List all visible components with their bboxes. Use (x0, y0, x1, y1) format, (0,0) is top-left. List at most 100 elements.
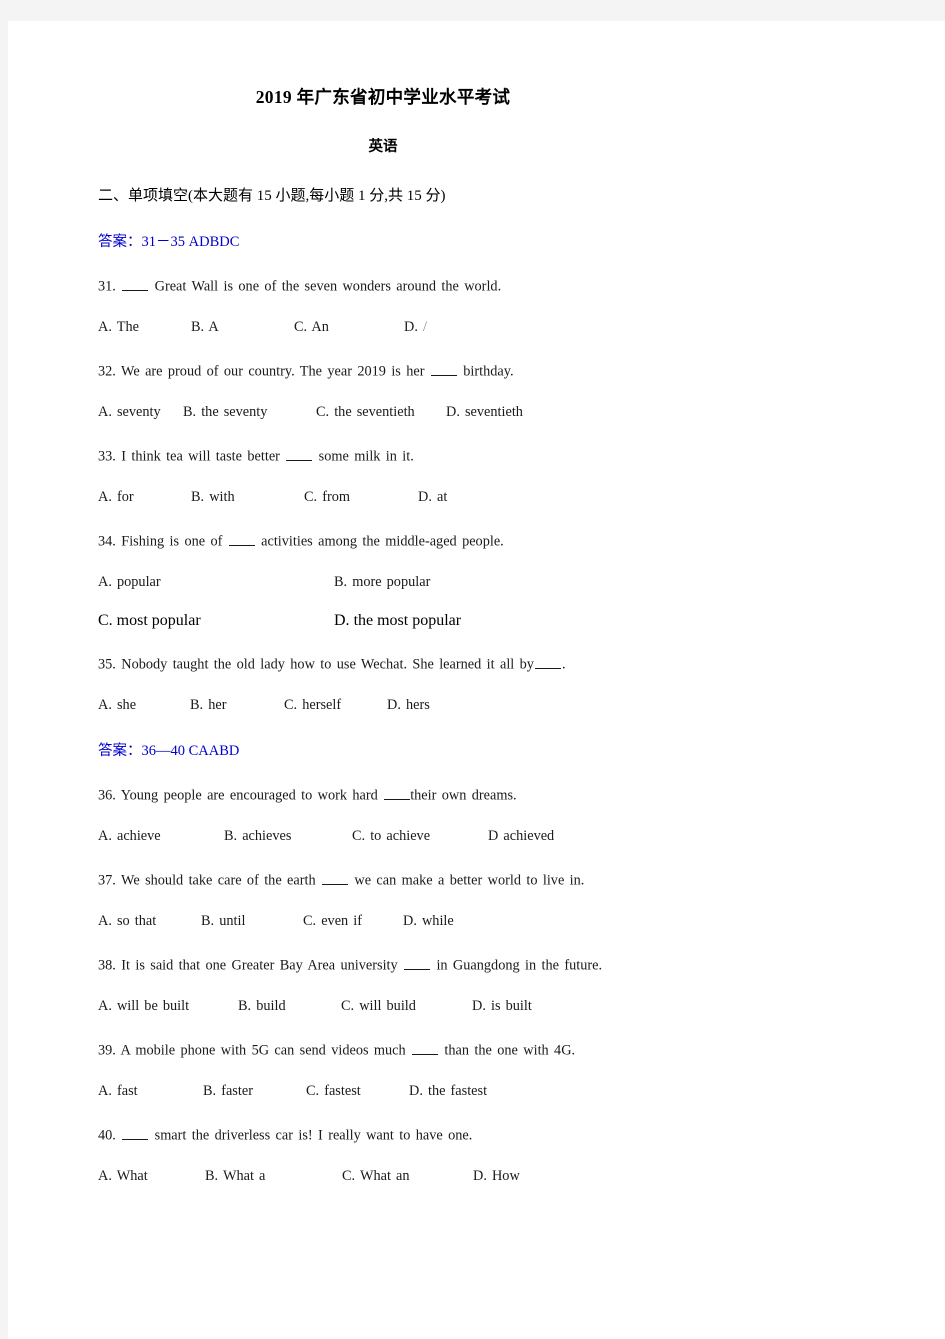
answer-blank-33 (286, 447, 313, 461)
question-number-38: 38. (98, 957, 116, 974)
answer-key-letters-value-2: CAABD (188, 743, 240, 760)
option-key-36-d: D (488, 828, 499, 845)
option-40-d[interactable]: D. How (473, 1168, 520, 1184)
question-text-32: 32. We are proud of our country. The yea… (98, 336, 668, 380)
option-34-d[interactable]: D. the most popular (334, 612, 461, 630)
option-key-32-b: B. (183, 404, 197, 421)
question-body-37b: we can make a better world to live in. (354, 872, 585, 889)
option-35-d[interactable]: D. hers (387, 697, 430, 713)
question-text-36: 36. Young people are encouraged to work … (98, 760, 668, 804)
option-text-32-a: seventy (116, 404, 161, 421)
option-text-34-c: most popular (116, 612, 201, 630)
document-page: 2019 年广东省初中学业水平考试 英语 二、单项填空(本大题有 15 小题,每… (8, 21, 945, 1339)
options-row-32: A. seventy B. the seventy C. the seventi… (98, 380, 668, 421)
option-text-34-d: the most popular (353, 612, 462, 630)
option-text-39-d: the fastest (427, 1083, 488, 1100)
option-33-a[interactable]: A. for (98, 489, 134, 505)
question-body-39b: than the one with 4G. (444, 1042, 576, 1059)
option-38-c[interactable]: C. will build (341, 998, 416, 1014)
option-key-36-a: A. (98, 828, 112, 845)
option-key-36-b: B. (224, 828, 238, 845)
question-body-38b: in Guangdong in the future. (436, 957, 603, 974)
option-key-35-d: D. (387, 697, 401, 714)
option-text-33-c: from (322, 489, 350, 506)
option-37-b[interactable]: B. until (201, 913, 245, 929)
option-37-a[interactable]: A. so that (98, 913, 156, 929)
option-39-c[interactable]: C. fastest (306, 1083, 361, 1099)
option-33-d[interactable]: D. at (418, 489, 447, 505)
option-32-d[interactable]: D. seventieth (446, 404, 523, 420)
option-32-c[interactable]: C. the seventieth (316, 404, 415, 420)
question-text-38: 38. It is said that one Greater Bay Area… (98, 930, 668, 974)
option-31-d[interactable]: D. / (404, 319, 427, 335)
option-38-d[interactable]: D. is built (472, 998, 532, 1014)
option-32-a[interactable]: A. seventy (98, 404, 161, 420)
answer-key-line-1: 答案：31－35 ADBDC (98, 205, 668, 251)
option-39-b[interactable]: B. faster (203, 1083, 253, 1099)
options-row-31: A. The B. A C. An D. / (98, 295, 668, 336)
page-title: 2019 年广东省初中学业水平考试 (255, 87, 511, 107)
option-37-c[interactable]: C. even if (303, 913, 362, 929)
option-37-d[interactable]: D. while (403, 913, 454, 929)
option-34-b[interactable]: B. more popular (334, 574, 430, 590)
option-key-37-a: A. (98, 913, 112, 930)
option-31-a[interactable]: A. The (98, 319, 139, 335)
options-row-39: A. fast B. faster C. fastest D. the fast… (98, 1059, 668, 1100)
options-row-35: A. she B. her C. herself D. hers (98, 673, 668, 714)
option-key-38-d: D. (472, 998, 486, 1015)
option-key-37-b: B. (201, 913, 215, 930)
option-key-40-a: A. (98, 1168, 112, 1185)
option-38-a[interactable]: A. will be built (98, 998, 189, 1014)
option-33-c[interactable]: C. from (304, 489, 350, 505)
option-36-a[interactable]: A. achieve (98, 828, 161, 844)
option-35-a[interactable]: A. she (98, 697, 136, 713)
option-text-38-d: is built (490, 998, 532, 1015)
option-key-37-d: D. (403, 913, 417, 930)
option-36-d[interactable]: D achieved (488, 828, 554, 844)
question-text-40: 40. smart the driverless car is! I reall… (98, 1100, 668, 1144)
option-36-c[interactable]: C. to achieve (352, 828, 430, 844)
option-key-33-a: A. (98, 489, 112, 506)
question-number-33: 33. (98, 448, 116, 465)
option-31-b[interactable]: B. A (191, 319, 219, 335)
question-body-33b: some milk in it. (318, 448, 414, 465)
options-row-34-line1: A. popular B. more popular (98, 550, 668, 591)
option-35-c[interactable]: C. herself (284, 697, 341, 713)
option-key-33-c: C. (304, 489, 318, 506)
option-key-32-d: D. (446, 404, 460, 421)
option-key-31-b: B. (191, 319, 205, 336)
option-34-a[interactable]: A. popular (98, 574, 161, 590)
option-40-b[interactable]: B. What a (205, 1168, 265, 1184)
option-33-b[interactable]: B. with (191, 489, 235, 505)
option-key-38-c: C. (341, 998, 355, 1015)
question-body-34a: Fishing is one of (121, 533, 223, 550)
option-text-32-b: the seventy (201, 404, 268, 421)
option-key-40-c: C. (342, 1168, 356, 1185)
option-31-c[interactable]: C. An (294, 319, 329, 335)
option-35-b[interactable]: B. her (190, 697, 226, 713)
option-key-34-c: C. (98, 612, 113, 630)
question-body-32a: We are proud of our country. The year 20… (121, 363, 425, 380)
option-39-a[interactable]: A. fast (98, 1083, 138, 1099)
option-text-34-b: more popular (352, 574, 431, 591)
option-34-c[interactable]: C. most popular (98, 612, 201, 630)
option-38-b[interactable]: B. build (238, 998, 286, 1014)
option-text-40-c: What an (359, 1168, 410, 1185)
question-body-39a: A mobile phone with 5G can send videos m… (120, 1042, 406, 1059)
question-number-40: 40. (98, 1127, 116, 1144)
option-32-b[interactable]: B. the seventy (183, 404, 267, 420)
option-key-38-a: A. (98, 998, 112, 1015)
option-text-31-b: A (208, 319, 219, 336)
answer-blank-36 (384, 786, 411, 800)
option-text-31-c: An (311, 319, 329, 336)
option-key-31-c: C. (294, 319, 308, 336)
question-body-35a: Nobody taught the old lady how to use We… (121, 656, 534, 673)
option-40-a[interactable]: A. What (98, 1168, 148, 1184)
option-36-b[interactable]: B. achieves (224, 828, 291, 844)
option-text-37-c: even if (321, 913, 362, 930)
option-39-d[interactable]: D. the fastest (409, 1083, 487, 1099)
options-row-38: A. will be built B. build C. will build … (98, 974, 668, 1015)
option-40-c[interactable]: C. What an (342, 1168, 409, 1184)
option-text-39-c: fastest (324, 1083, 361, 1100)
option-text-33-b: with (209, 489, 235, 506)
